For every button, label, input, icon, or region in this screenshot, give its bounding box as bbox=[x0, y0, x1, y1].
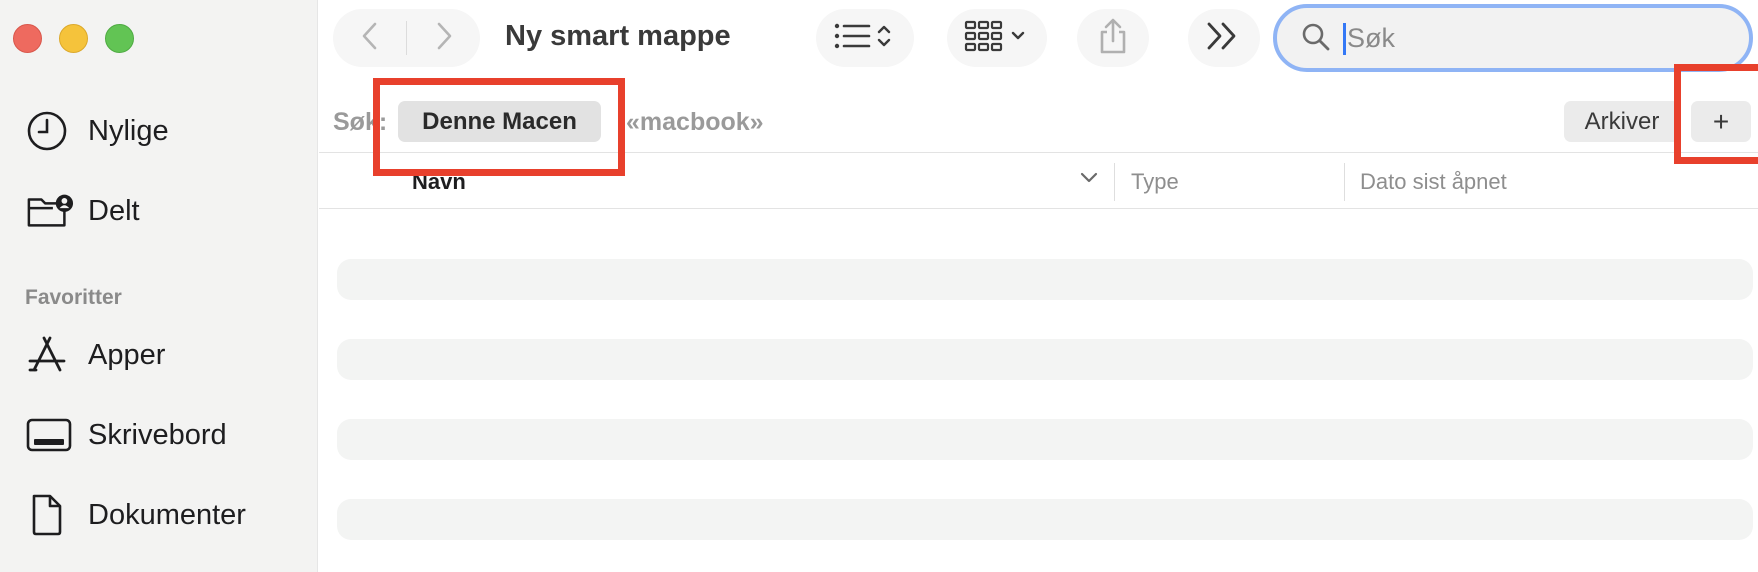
column-divider[interactable] bbox=[1344, 163, 1345, 201]
chevron-down-icon[interactable] bbox=[1079, 171, 1099, 190]
highlight-box bbox=[373, 78, 625, 176]
search-field[interactable] bbox=[1273, 4, 1753, 72]
group-by-button[interactable] bbox=[947, 9, 1047, 67]
sidebar-item-label: Skrivebord bbox=[88, 418, 227, 451]
close-window-button[interactable] bbox=[13, 24, 42, 53]
empty-row bbox=[337, 419, 1753, 460]
forward-button[interactable] bbox=[407, 9, 480, 67]
shared-folder-icon bbox=[26, 187, 74, 235]
double-chevron-right-icon bbox=[1205, 21, 1243, 56]
search-icon bbox=[1301, 22, 1331, 59]
sidebar-item-label: Nylige bbox=[88, 114, 169, 147]
column-divider[interactable] bbox=[1114, 163, 1115, 201]
more-toolbar-items-button[interactable] bbox=[1188, 9, 1260, 67]
scope-macbook-button[interactable]: «macbook» bbox=[626, 108, 764, 137]
share-button[interactable] bbox=[1077, 9, 1149, 67]
desktop-icon bbox=[26, 411, 74, 459]
sidebar-item-desktop[interactable]: Skrivebord bbox=[26, 411, 227, 459]
empty-row bbox=[337, 259, 1753, 300]
chevron-right-icon bbox=[434, 21, 454, 56]
navigation-group bbox=[333, 9, 480, 67]
sidebar-item-shared[interactable]: Delt bbox=[26, 187, 140, 235]
empty-row bbox=[337, 499, 1753, 540]
archive-button[interactable]: Arkiver bbox=[1564, 101, 1680, 142]
back-button[interactable] bbox=[333, 9, 406, 67]
sidebar-item-documents[interactable]: Dokumenter bbox=[26, 491, 246, 539]
share-icon bbox=[1097, 17, 1129, 60]
clock-icon bbox=[26, 107, 74, 155]
minimize-window-button[interactable] bbox=[59, 24, 88, 53]
sidebar-item-recents[interactable]: Nylige bbox=[26, 107, 169, 155]
sidebar: Nylige Delt Favoritter Apper Skrivebord … bbox=[0, 0, 318, 572]
view-list-button[interactable] bbox=[816, 9, 914, 67]
search-input[interactable] bbox=[1347, 18, 1727, 58]
sidebar-item-label: Delt bbox=[88, 194, 140, 227]
list-view-icon bbox=[833, 21, 897, 56]
chevron-left-icon bbox=[360, 21, 380, 56]
sidebar-item-apps[interactable]: Apper bbox=[26, 331, 165, 379]
grid-group-icon bbox=[964, 19, 1030, 58]
sidebar-item-label: Apper bbox=[88, 338, 166, 371]
column-date-last-opened[interactable]: Dato sist åpnet bbox=[1360, 169, 1507, 195]
window-title: Ny smart mappe bbox=[505, 20, 731, 52]
text-cursor bbox=[1343, 23, 1346, 55]
document-icon bbox=[26, 491, 74, 539]
column-type[interactable]: Type bbox=[1131, 169, 1179, 195]
empty-row bbox=[337, 339, 1753, 380]
apps-icon bbox=[26, 331, 74, 379]
highlight-box bbox=[1674, 64, 1758, 164]
favorites-section-title: Favoritter bbox=[25, 286, 122, 309]
sidebar-item-label: Dokumenter bbox=[88, 498, 246, 531]
zoom-window-button[interactable] bbox=[105, 24, 134, 53]
